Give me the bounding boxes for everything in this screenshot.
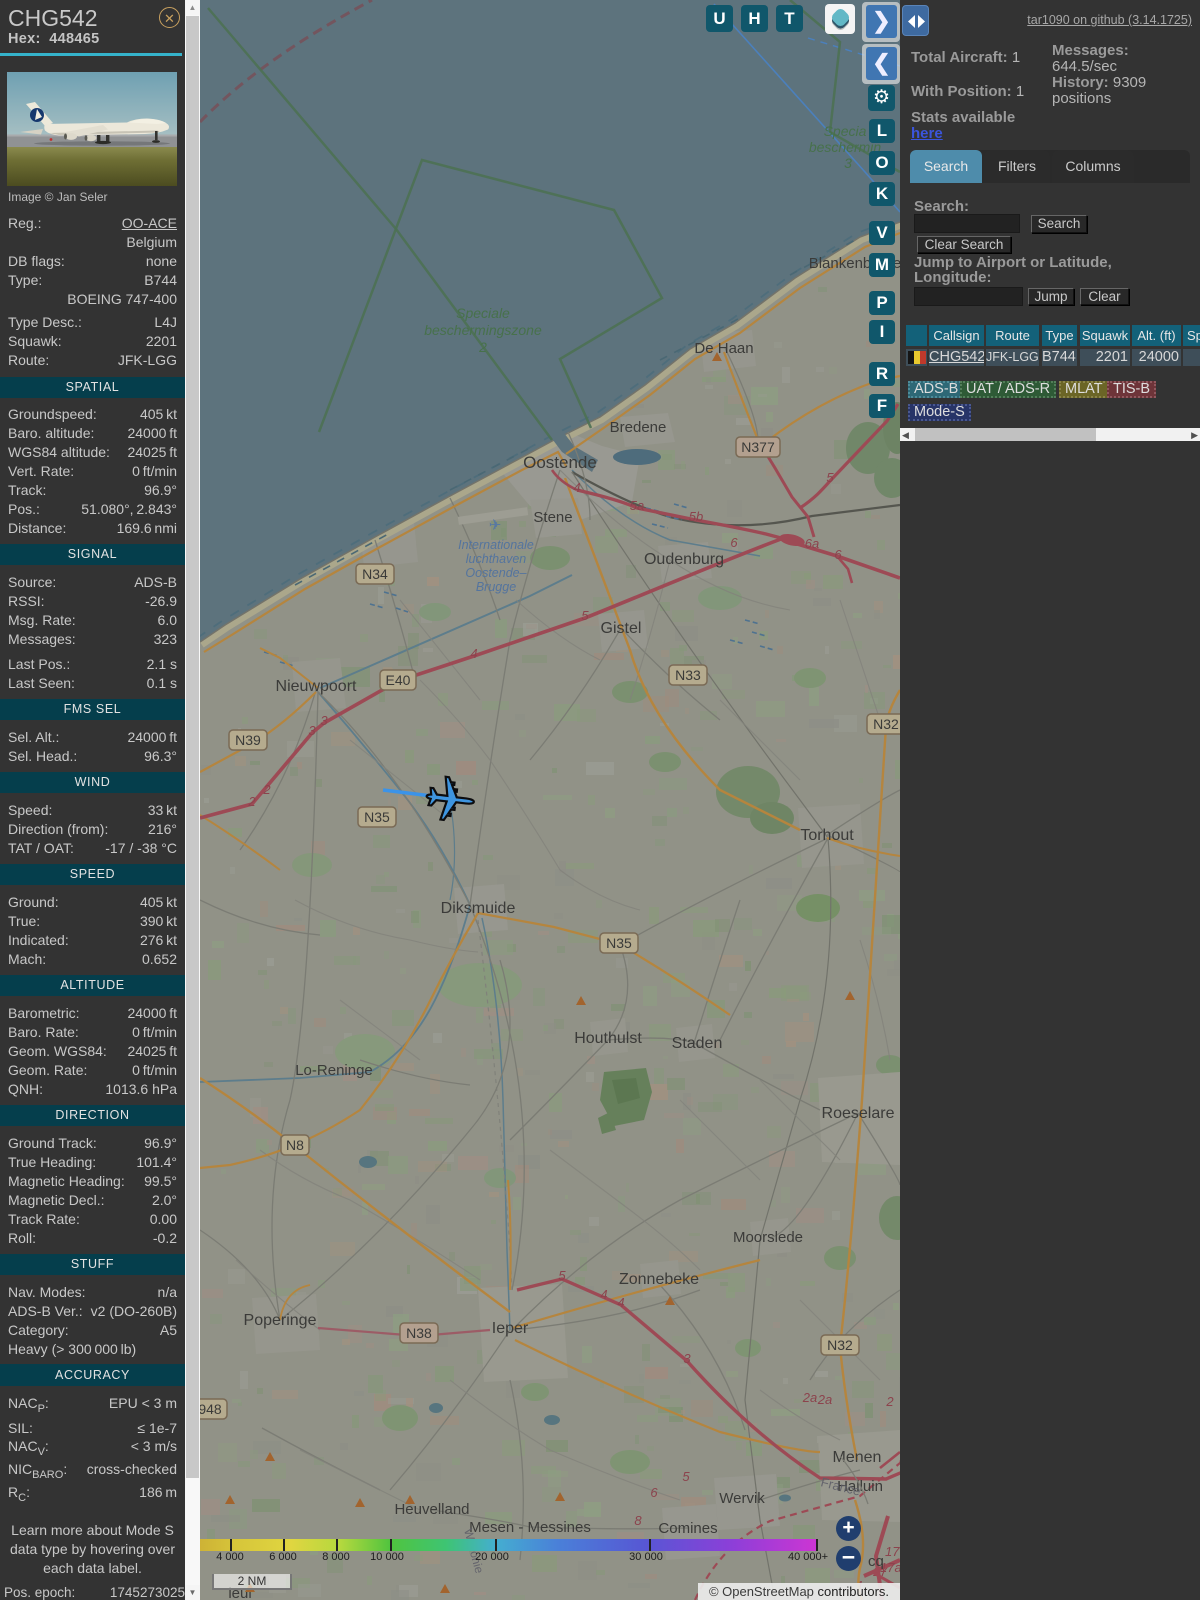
svg-text:N32: N32 [827, 1337, 853, 1353]
svg-text:6: 6 [834, 547, 842, 562]
svg-text:Specia: Specia [824, 123, 867, 139]
svg-text:3: 3 [320, 713, 328, 728]
svg-text:5b: 5b [689, 509, 703, 524]
svg-text:3: 3 [683, 1351, 691, 1366]
svg-text:Diksmuide: Diksmuide [441, 900, 516, 917]
svg-text:Mesen - Messines: Mesen - Messines [469, 1519, 591, 1536]
svg-text:✈: ✈ [489, 517, 502, 534]
svg-text:N33: N33 [675, 667, 701, 683]
svg-text:4: 4 [573, 480, 580, 495]
svg-text:8: 8 [634, 1513, 642, 1528]
svg-text:cq: cq [868, 1553, 884, 1570]
svg-text:5: 5 [682, 1469, 690, 1484]
svg-text:2a: 2a [802, 1390, 817, 1405]
svg-text:6: 6 [730, 535, 738, 550]
svg-text:2: 2 [885, 1394, 894, 1409]
svg-text:5: 5 [558, 1268, 566, 1283]
svg-text:beschermingszone: beschermingszone [424, 322, 542, 338]
svg-text:Lo-Reninge: Lo-Reninge [295, 1062, 373, 1079]
svg-text:6a: 6a [805, 536, 819, 551]
svg-text:5a: 5a [630, 498, 644, 513]
svg-text:Oudenburg: Oudenburg [644, 551, 724, 568]
svg-text:Stene: Stene [533, 509, 572, 526]
svg-text:Houthulst: Houthulst [574, 1030, 642, 1047]
svg-text:Torhout: Torhout [800, 827, 854, 844]
svg-text:948: 948 [200, 1401, 222, 1417]
svg-text:Ieper: Ieper [492, 1320, 529, 1337]
svg-text:Blankenberge: Blankenberge [809, 255, 900, 272]
svg-text:17: 17 [885, 1544, 900, 1559]
svg-text:N377: N377 [741, 439, 775, 455]
svg-text:E40: E40 [386, 672, 411, 688]
svg-text:Zonnebeke: Zonnebeke [619, 1271, 699, 1288]
svg-text:Gistel: Gistel [601, 620, 642, 637]
svg-text:Wervik: Wervik [719, 1490, 765, 1507]
svg-text:2a: 2a [817, 1392, 832, 1407]
svg-text:5: 5 [826, 470, 834, 485]
svg-text:2: 2 [247, 794, 256, 809]
svg-text:3: 3 [844, 155, 852, 171]
svg-text:beschermin: beschermin [809, 139, 882, 155]
svg-text:5: 5 [581, 608, 589, 623]
svg-text:Nieuwpoort: Nieuwpoort [276, 678, 357, 695]
svg-text:Roeselare: Roeselare [822, 1105, 895, 1122]
svg-text:Staden: Staden [672, 1035, 723, 1052]
svg-text:3: 3 [308, 723, 316, 738]
svg-text:Brugge: Brugge [476, 580, 516, 594]
svg-text:N35: N35 [364, 809, 390, 825]
svg-text:N38: N38 [406, 1325, 432, 1341]
svg-text:Internationale: Internationale [458, 538, 534, 552]
svg-text:N39: N39 [235, 732, 261, 748]
svg-text:N32: N32 [873, 716, 899, 732]
svg-text:2: 2 [478, 339, 487, 355]
svg-text:Speciale: Speciale [456, 305, 510, 321]
svg-text:Poperinge: Poperinge [244, 1312, 317, 1329]
svg-text:N8: N8 [286, 1137, 304, 1153]
svg-text:luchthaven: luchthaven [466, 552, 527, 566]
svg-text:6: 6 [650, 1485, 658, 1500]
svg-text:Oostende: Oostende [523, 453, 597, 472]
svg-text:4: 4 [600, 1287, 607, 1302]
svg-text:2: 2 [262, 782, 271, 797]
svg-text:N35: N35 [606, 935, 632, 951]
svg-text:4: 4 [617, 1295, 624, 1310]
svg-text:De Haan: De Haan [694, 340, 753, 357]
svg-text:Comines: Comines [658, 1520, 717, 1537]
svg-text:Bredene: Bredene [610, 419, 667, 436]
svg-text:Oostende–: Oostende– [465, 566, 527, 580]
svg-text:Moorslede: Moorslede [733, 1229, 803, 1246]
svg-text:N34: N34 [362, 566, 388, 582]
svg-text:4: 4 [470, 646, 477, 661]
svg-text:Menen: Menen [833, 1449, 882, 1466]
